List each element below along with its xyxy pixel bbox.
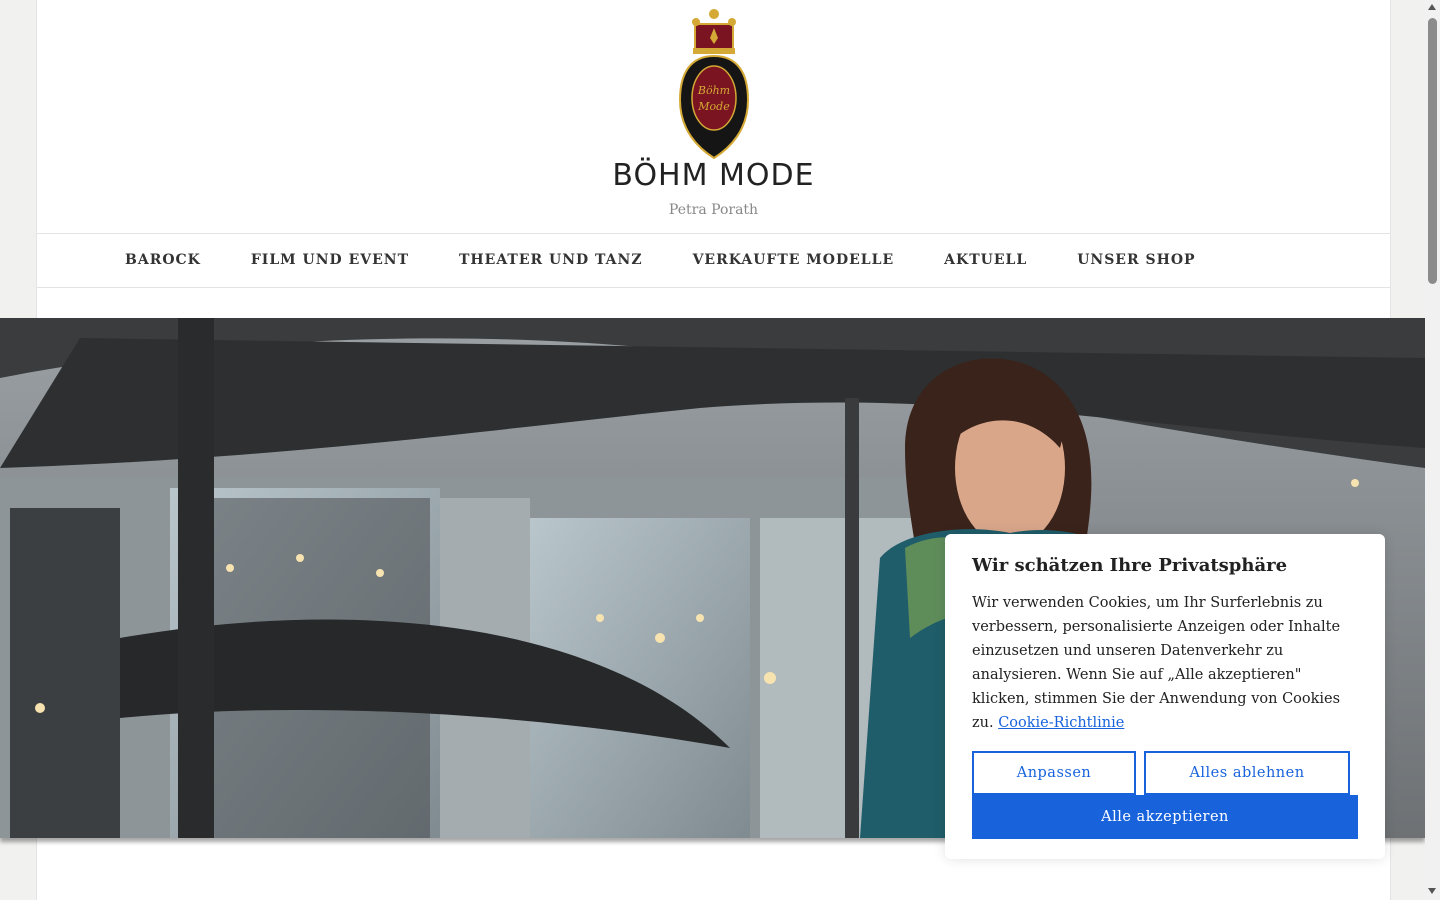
accept-all-button[interactable]: Alle akzeptieren xyxy=(972,795,1358,839)
page-scrollbar[interactable] xyxy=(1425,0,1440,900)
site-title[interactable]: BÖHM MODE xyxy=(37,158,1390,193)
crown-icon xyxy=(692,9,736,54)
nav-item-unser-shop[interactable]: UNSER SHOP xyxy=(1077,234,1195,287)
reject-all-button[interactable]: Alles ablehnen xyxy=(1144,751,1350,795)
nav-item-film-und-event[interactable]: FILM UND EVENT xyxy=(251,234,409,287)
brand-logo[interactable]: Böhm Mode xyxy=(678,8,750,160)
nav-item-barock[interactable]: BAROCK xyxy=(125,234,201,287)
nav-item-verkaufte-modelle[interactable]: VERKAUFTE MODELLE xyxy=(693,234,895,287)
customize-button[interactable]: Anpassen xyxy=(972,751,1136,795)
svg-text:Böhm: Böhm xyxy=(697,84,730,97)
cookie-title: Wir schätzen Ihre Privatsphäre xyxy=(972,555,1288,576)
main-navigation: BAROCK FILM UND EVENT THEATER UND TANZ V… xyxy=(37,233,1390,288)
cookie-description: Wir verwenden Cookies, um Ihr Surferlebn… xyxy=(972,591,1362,735)
nav-item-theater-und-tanz[interactable]: THEATER UND TANZ xyxy=(459,234,643,287)
nav-item-aktuell[interactable]: AKTUELL xyxy=(944,234,1027,287)
scroll-thumb[interactable] xyxy=(1428,18,1437,284)
cookie-text: Wir verwenden Cookies, um Ihr Surferlebn… xyxy=(972,595,1341,731)
site-header: Böhm Mode BÖHM MODE Petra Porath xyxy=(37,0,1390,233)
cookie-policy-link[interactable]: Cookie-Richtlinie xyxy=(998,715,1124,731)
svg-text:Mode: Mode xyxy=(697,100,730,113)
cookie-button-row: Anpassen Alles ablehnen xyxy=(972,751,1358,795)
scroll-up-arrow-icon[interactable] xyxy=(1428,4,1436,10)
scroll-down-arrow-icon[interactable] xyxy=(1428,888,1436,894)
cookie-consent-dialog: Wir schätzen Ihre Privatsphäre Wir verwe… xyxy=(945,534,1385,859)
site-tagline: Petra Porath xyxy=(668,202,759,218)
